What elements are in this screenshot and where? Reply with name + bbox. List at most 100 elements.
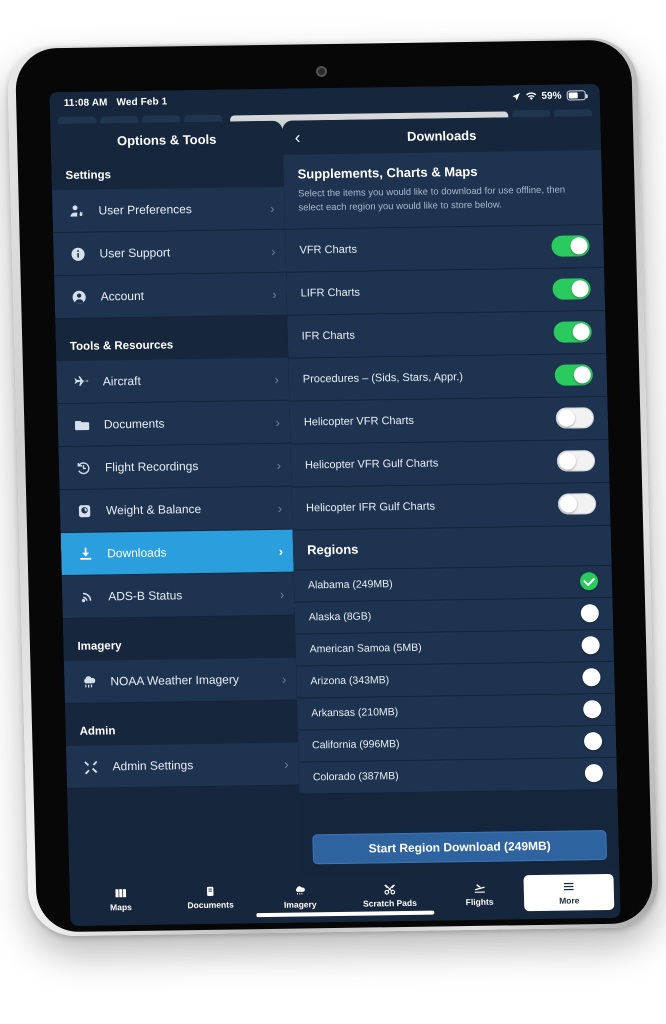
- tablet-screen: 11:08 AM Wed Feb 1 59% Options & Tools S…: [49, 84, 621, 926]
- battery-percent: 59%: [541, 90, 562, 102]
- chart-toggle-row[interactable]: Procedures – (Sids, Stars, Appr.): [288, 353, 608, 402]
- region-row[interactable]: Alaska (8GB): [294, 597, 614, 635]
- region-radio-icon[interactable]: [582, 668, 601, 687]
- chart-toggle-label: IFR Charts: [301, 329, 356, 342]
- chevron-left-icon[interactable]: ‹: [294, 128, 300, 147]
- tab-imagery[interactable]: Imagery: [255, 878, 346, 915]
- chart-toggle-label: Helicopter IFR Gulf Charts: [305, 500, 436, 514]
- tab-flights[interactable]: Flights: [434, 875, 525, 912]
- region-radio-icon[interactable]: [583, 700, 602, 719]
- sidebar-item-admin-settings[interactable]: Admin Settings ›: [66, 742, 300, 789]
- sidebar-item-flight-recordings[interactable]: Flight Recordings ›: [58, 443, 292, 491]
- toggle-switch[interactable]: [555, 407, 595, 429]
- tab-label: Documents: [187, 899, 234, 911]
- sidebar-item-label: Weight & Balance: [105, 501, 202, 518]
- region-label: American Samoa (5MB): [309, 641, 422, 656]
- scissors-icon: [383, 883, 396, 895]
- chart-toggle-row[interactable]: VFR Charts: [285, 224, 605, 273]
- sidebar-item-user-preferences[interactable]: User Preferences ›: [51, 186, 286, 234]
- chevron-right-icon: ›: [276, 457, 282, 473]
- chart-toggle-row[interactable]: Helicopter IFR Gulf Charts: [291, 482, 611, 531]
- sidebar-title: Options & Tools: [50, 120, 284, 159]
- region-row[interactable]: California (996MB): [297, 725, 617, 763]
- airplane-icon: [71, 374, 91, 389]
- toggle-switch[interactable]: [551, 235, 590, 257]
- sidebar-list[interactable]: Settings User Preferences › User Support › Ac…: [51, 154, 301, 878]
- chart-toggle-row[interactable]: IFR Charts: [287, 310, 607, 359]
- sidebar-item-user-support[interactable]: User Support ›: [53, 229, 287, 277]
- chart-toggle-list: VFR Charts LIFR Charts IFR Charts Procedure…: [285, 224, 611, 531]
- hamburger-icon: [563, 880, 575, 892]
- region-radio-icon[interactable]: [581, 636, 600, 655]
- region-label: Arizona (343MB): [310, 674, 390, 688]
- toggle-switch[interactable]: [552, 278, 591, 300]
- region-radio-icon[interactable]: [584, 764, 604, 783]
- map-icon: [114, 887, 126, 899]
- toggle-knob: [570, 237, 588, 255]
- section-description: Select the items you would like to downl…: [297, 184, 566, 214]
- sidebar-item-label: Flight Recordings: [104, 459, 199, 475]
- tab-scratch-pads[interactable]: Scratch Pads: [344, 877, 435, 914]
- chart-toggle-row[interactable]: Helicopter VFR Gulf Charts: [290, 439, 610, 488]
- toggle-switch[interactable]: [553, 321, 592, 343]
- info-circle-icon: [67, 246, 87, 261]
- region-row[interactable]: Arizona (343MB): [296, 661, 615, 699]
- toggle-switch[interactable]: [556, 450, 596, 472]
- chevron-right-icon: ›: [271, 243, 276, 259]
- region-row[interactable]: American Samoa (5MB): [295, 629, 615, 667]
- plane-depart-icon: [473, 881, 485, 893]
- downloads-pane: ‹ Downloads Supplements, Charts & Maps S…: [282, 116, 620, 875]
- region-radio-icon[interactable]: [583, 732, 603, 751]
- chart-toggle-row[interactable]: LIFR Charts: [286, 267, 606, 316]
- sidebar-item-documents[interactable]: Documents ›: [57, 400, 291, 448]
- region-row[interactable]: Colorado (387MB): [298, 757, 618, 795]
- chevron-right-icon: ›: [281, 671, 287, 687]
- download-icon: [75, 546, 95, 561]
- tab-label: Maps: [109, 901, 132, 912]
- sidebar-item-noaa-weather-imagery[interactable]: NOAA Weather Imagery ›: [63, 657, 297, 705]
- chart-toggle-row[interactable]: Helicopter VFR Charts: [289, 396, 609, 445]
- sidebar-item-aircraft[interactable]: Aircraft ›: [56, 357, 290, 405]
- tab-maps[interactable]: Maps: [75, 881, 166, 918]
- region-radio-icon[interactable]: [580, 604, 600, 623]
- tab-label: Scratch Pads: [362, 897, 417, 909]
- region-row[interactable]: Arkansas (210MB): [296, 693, 616, 731]
- sidebar-item-weight-balance[interactable]: Weight & Balance ›: [59, 486, 293, 534]
- region-row[interactable]: Alabama (249MB): [293, 565, 613, 603]
- chevron-right-icon: ›: [274, 371, 279, 387]
- sidebar-group-header: Settings: [51, 154, 284, 191]
- toggle-knob: [557, 409, 576, 427]
- tab-more[interactable]: More: [523, 873, 615, 912]
- toggle-switch[interactable]: [557, 493, 597, 515]
- wifi-icon: [525, 91, 536, 100]
- options-and-tools-pane: Options & Tools Settings User Preferences…: [50, 120, 302, 878]
- sidebar-item-account[interactable]: Account ›: [54, 272, 288, 320]
- folder-icon: [72, 417, 92, 432]
- toggle-knob: [572, 323, 590, 341]
- chart-toggle-label: Helicopter VFR Charts: [303, 414, 415, 428]
- status-time: 11:08 AM: [63, 96, 108, 109]
- tab-documents[interactable]: Documents: [165, 879, 256, 916]
- toggle-knob: [573, 366, 591, 384]
- detail-header: ‹ Downloads: [282, 116, 602, 155]
- region-selected-check-icon[interactable]: [579, 572, 599, 591]
- location-arrow-icon: [511, 92, 520, 101]
- sidebar-item-downloads[interactable]: Downloads ›: [60, 529, 294, 577]
- toggle-knob: [571, 280, 589, 298]
- sidebar-item-label: Downloads: [106, 545, 167, 561]
- tools-icon: [80, 759, 100, 774]
- chevron-right-icon: ›: [277, 500, 283, 516]
- battery-icon: [566, 90, 586, 101]
- sidebar-item-label: ADS-B Status: [108, 588, 183, 604]
- chevron-right-icon: ›: [272, 286, 277, 302]
- start-region-download-button[interactable]: Start Region Download (249MB): [312, 829, 608, 865]
- bottom-tab-bar: Maps Documents Imagery Scratch Pads Flights M…: [69, 869, 621, 926]
- chart-toggle-label: LIFR Charts: [300, 286, 361, 299]
- scale-icon: [74, 503, 94, 518]
- person-circle-icon: [68, 289, 88, 304]
- region-label: Colorado (387MB): [312, 770, 399, 784]
- downloads-scroll-area[interactable]: Supplements, Charts & Maps Select the it…: [283, 150, 619, 874]
- section-title: Supplements, Charts & Maps: [297, 163, 478, 182]
- toggle-switch[interactable]: [554, 364, 594, 386]
- sidebar-item-ads-b-status[interactable]: ADS-B Status ›: [61, 572, 295, 620]
